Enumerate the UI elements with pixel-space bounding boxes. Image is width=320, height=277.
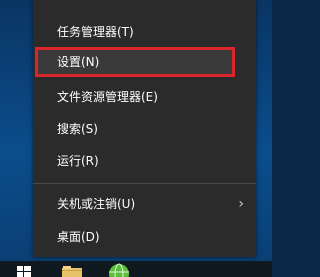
menu-item-label: 搜索(S)	[57, 122, 98, 136]
menu-separator	[33, 183, 256, 184]
menu-item-run[interactable]: 运行(R)	[33, 146, 256, 176]
chevron-right-icon: ›	[238, 196, 244, 212]
menu-item-search[interactable]: 搜索(S)	[33, 114, 256, 144]
folder-icon[interactable]	[62, 266, 82, 277]
menu-item-label: 设置(N)	[57, 55, 100, 69]
menu-item-label: 任务管理器(T)	[57, 25, 134, 39]
menu-item-settings[interactable]: 设置(N)	[35, 47, 235, 77]
menu-item-task-manager[interactable]: 任务管理器(T)	[33, 17, 256, 47]
context-menu: 任务管理器(T) 设置(N) 文件资源管理器(E) 搜索(S) 运行(R) 关机…	[33, 0, 256, 257]
menu-item-file-explorer[interactable]: 文件资源管理器(E)	[33, 82, 256, 112]
windows-start-icon[interactable]	[17, 266, 31, 277]
globe-icon[interactable]	[108, 263, 130, 277]
menu-item-label: 关机或注销(U)	[57, 197, 136, 211]
menu-item-shutdown-or-sign-out[interactable]: 关机或注销(U) ›	[33, 189, 256, 219]
menu-item-label: 桌面(D)	[57, 230, 100, 244]
menu-item-label: 运行(R)	[57, 154, 99, 168]
menu-item-label: 文件资源管理器(E)	[57, 90, 158, 104]
menu-item-desktop[interactable]: 桌面(D)	[33, 222, 256, 252]
desktop: 任务管理器(T) 设置(N) 文件资源管理器(E) 搜索(S) 运行(R) 关机…	[0, 0, 272, 277]
taskbar	[0, 261, 272, 277]
